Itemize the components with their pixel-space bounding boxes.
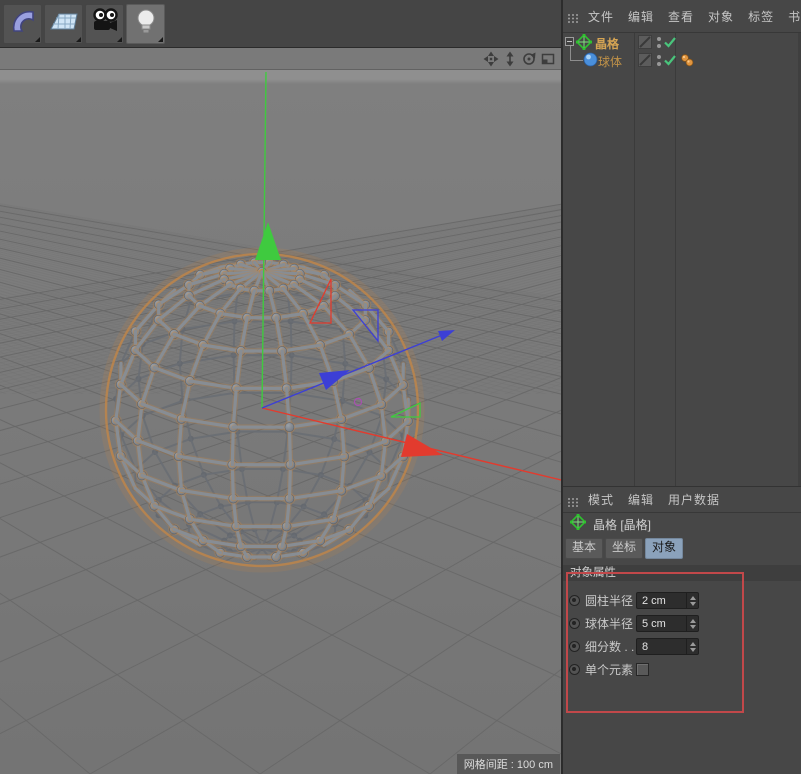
input-value: 2 cm bbox=[637, 595, 686, 607]
drag-handle-icon[interactable] bbox=[567, 11, 580, 29]
om-menu-tags[interactable]: 标签 bbox=[748, 8, 774, 25]
keyframe-circle-icon[interactable] bbox=[569, 664, 580, 675]
property-row-sphere-radius: 球体半径 5 cm bbox=[563, 612, 801, 635]
flyout-corner bbox=[76, 37, 81, 42]
object-tree: 晶格 bbox=[563, 33, 801, 486]
flyout-corner bbox=[117, 37, 122, 42]
attribute-object-title: 晶格 [晶格] bbox=[593, 516, 651, 533]
stepper-arrows[interactable] bbox=[686, 616, 698, 631]
input-value: 5 cm bbox=[637, 618, 686, 630]
object-row-sphere[interactable]: 球体 bbox=[563, 51, 801, 69]
flyout-corner bbox=[158, 37, 163, 42]
bend-tool-button[interactable] bbox=[3, 4, 42, 44]
property-row-subdivisions: 细分数 . . 8 bbox=[563, 635, 801, 658]
viewport-3d[interactable]: 网格间距 : 100 cm bbox=[0, 70, 561, 774]
enabled-check-icon[interactable] bbox=[663, 53, 677, 72]
rotate-view-icon[interactable] bbox=[521, 51, 537, 67]
object-label[interactable]: 球体 bbox=[598, 53, 622, 70]
am-menu-userdata[interactable]: 用户数据 bbox=[668, 491, 720, 508]
object-manager: 文件 编辑 查看 对象 标签 书签 bbox=[563, 0, 801, 486]
object-label[interactable]: 晶格 bbox=[595, 35, 619, 52]
camera-icon bbox=[90, 6, 120, 41]
om-menu-edit[interactable]: 编辑 bbox=[628, 8, 654, 25]
object-row-atom-array[interactable]: 晶格 bbox=[563, 33, 801, 51]
light-tool-button[interactable] bbox=[126, 4, 165, 44]
dolly-icon[interactable] bbox=[502, 51, 518, 67]
column-divider bbox=[675, 33, 676, 486]
deformer-toolbar bbox=[0, 0, 561, 48]
camera-tool-button[interactable] bbox=[85, 4, 124, 44]
cylinder-radius-input[interactable]: 2 cm bbox=[636, 592, 699, 609]
input-value: 8 bbox=[637, 641, 686, 653]
pan-icon[interactable] bbox=[483, 51, 499, 67]
property-row-single-elements: 单个元素 bbox=[563, 658, 801, 681]
property-label: 单个元素 bbox=[585, 661, 636, 678]
tab-object[interactable]: 对象 bbox=[645, 538, 683, 559]
cinema4d-window: 网格间距 : 100 cm 文件 编辑 查看 对象 标签 书签 bbox=[0, 0, 801, 774]
tree-connector bbox=[570, 46, 583, 61]
stepper-arrows[interactable] bbox=[686, 593, 698, 608]
single-elements-checkbox[interactable] bbox=[636, 663, 649, 676]
property-row-cylinder-radius: 圆柱半径 2 cm bbox=[563, 589, 801, 612]
om-menu-bookmarks[interactable]: 书签 bbox=[788, 8, 801, 25]
property-label: 细分数 . . bbox=[585, 638, 636, 655]
am-menu-edit[interactable]: 编辑 bbox=[628, 491, 654, 508]
toggle-layout-icon[interactable] bbox=[540, 51, 556, 67]
right-pane: 文件 编辑 查看 对象 标签 书签 bbox=[561, 0, 801, 774]
viewport-nav-controls bbox=[483, 51, 556, 67]
property-label: 圆柱半径 bbox=[585, 592, 636, 609]
viewport-header bbox=[0, 48, 561, 70]
atom-array-icon bbox=[570, 514, 586, 535]
stepper-arrows[interactable] bbox=[686, 639, 698, 654]
attribute-manager: 模式 编辑 用户数据 晶格 [晶格] 基本 坐标 bbox=[563, 486, 801, 774]
layer-toggle-icon[interactable] bbox=[638, 53, 652, 72]
om-menu-file[interactable]: 文件 bbox=[588, 8, 614, 25]
property-label: 球体半径 bbox=[585, 615, 636, 632]
drag-handle-icon[interactable] bbox=[567, 495, 580, 513]
subdivisions-input[interactable]: 8 bbox=[636, 638, 699, 655]
column-divider bbox=[634, 33, 635, 486]
keyframe-circle-icon[interactable] bbox=[569, 595, 580, 606]
section-header-object-properties: 对象属性 bbox=[563, 565, 801, 581]
attribute-tabs: 基本 坐标 对象 bbox=[563, 538, 801, 558]
floor-grid-icon bbox=[49, 6, 79, 41]
viewport-panel: 网格间距 : 100 cm bbox=[0, 48, 561, 774]
sphere-icon bbox=[583, 52, 598, 72]
object-manager-menubar: 文件 编辑 查看 对象 标签 书签 bbox=[563, 0, 801, 33]
sphere-radius-input[interactable]: 5 cm bbox=[636, 615, 699, 632]
am-menu-mode[interactable]: 模式 bbox=[588, 491, 614, 508]
keyframe-circle-icon[interactable] bbox=[569, 618, 580, 629]
om-menu-objects[interactable]: 对象 bbox=[708, 8, 734, 25]
om-menu-view[interactable]: 查看 bbox=[668, 8, 694, 25]
light-icon bbox=[131, 6, 161, 41]
attribute-object-header: 晶格 [晶格] bbox=[563, 513, 801, 535]
bend-deformer-icon bbox=[8, 6, 38, 41]
tab-coordinates[interactable]: 坐标 bbox=[605, 538, 643, 559]
attribute-manager-menubar: 模式 编辑 用户数据 bbox=[563, 487, 801, 513]
flyout-corner bbox=[35, 37, 40, 42]
expand-toggle[interactable] bbox=[565, 37, 574, 46]
keyframe-circle-icon[interactable] bbox=[569, 641, 580, 652]
visibility-dots-icon[interactable] bbox=[656, 54, 662, 72]
floor-tool-button[interactable] bbox=[44, 4, 83, 44]
tab-basic[interactable]: 基本 bbox=[565, 538, 603, 559]
grid-spacing-status: 网格间距 : 100 cm bbox=[457, 754, 560, 774]
points-tag-icon[interactable] bbox=[680, 53, 695, 73]
left-pane: 网格间距 : 100 cm bbox=[0, 0, 561, 774]
